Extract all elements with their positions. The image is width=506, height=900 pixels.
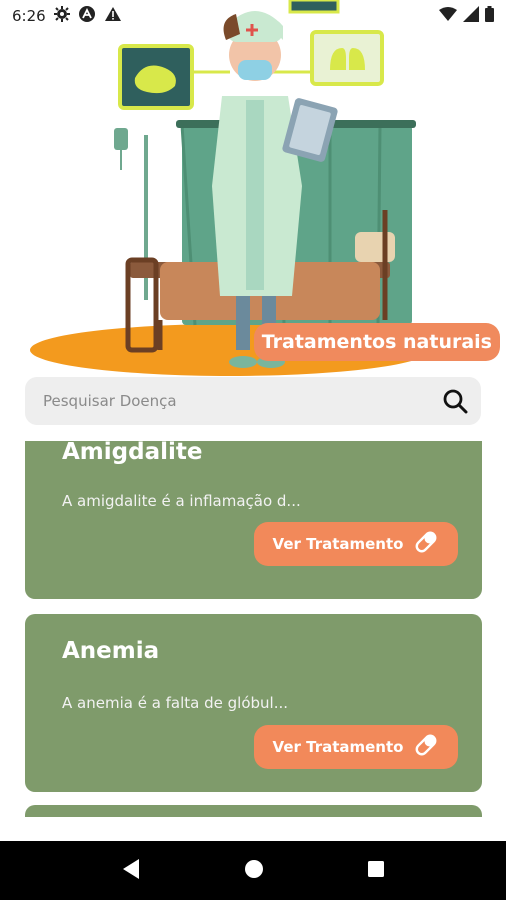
disease-list: Amigdalite A amigdalite é a inflamação d… <box>0 441 506 817</box>
search-icon[interactable] <box>441 387 469 415</box>
home-icon[interactable] <box>244 859 264 883</box>
search-bar <box>25 377 481 425</box>
back-icon[interactable] <box>121 858 141 884</box>
recents-icon[interactable] <box>367 860 385 882</box>
battery-icon <box>485 6 494 26</box>
signal-icon <box>463 6 479 26</box>
disease-card-partial <box>25 805 482 817</box>
pill-icon <box>413 732 439 762</box>
app-notification-icon <box>78 5 96 27</box>
view-treatment-button[interactable]: Ver Tratamento <box>254 522 458 566</box>
view-treatment-button[interactable]: Ver Tratamento <box>254 725 458 769</box>
disease-description: A anemia é a falta de glóbul... <box>62 694 289 712</box>
status-bar: 6:26 <box>0 0 506 32</box>
disease-description: A amigdalite é a inflamação d... <box>62 492 301 510</box>
pill-icon <box>413 529 439 559</box>
hero-title-badge: Tratamentos naturais <box>253 323 500 361</box>
navigation-bar <box>0 841 506 900</box>
view-treatment-label: Ver Tratamento <box>272 738 404 756</box>
disease-title: Amigdalite <box>62 441 203 465</box>
disease-title: Anemia <box>62 638 160 664</box>
settings-icon <box>53 6 70 26</box>
wifi-icon <box>439 7 457 25</box>
disease-card: Amigdalite A amigdalite é a inflamação d… <box>25 441 482 599</box>
disease-card: Anemia A anemia é a falta de glóbul... V… <box>25 614 482 792</box>
status-time: 6:26 <box>12 7 46 25</box>
hero-illustration: Tratamentos naturais <box>0 0 506 380</box>
warning-icon <box>104 6 122 26</box>
view-treatment-label: Ver Tratamento <box>272 535 404 553</box>
lungs-monitor <box>310 30 384 86</box>
search-input[interactable] <box>41 391 441 411</box>
